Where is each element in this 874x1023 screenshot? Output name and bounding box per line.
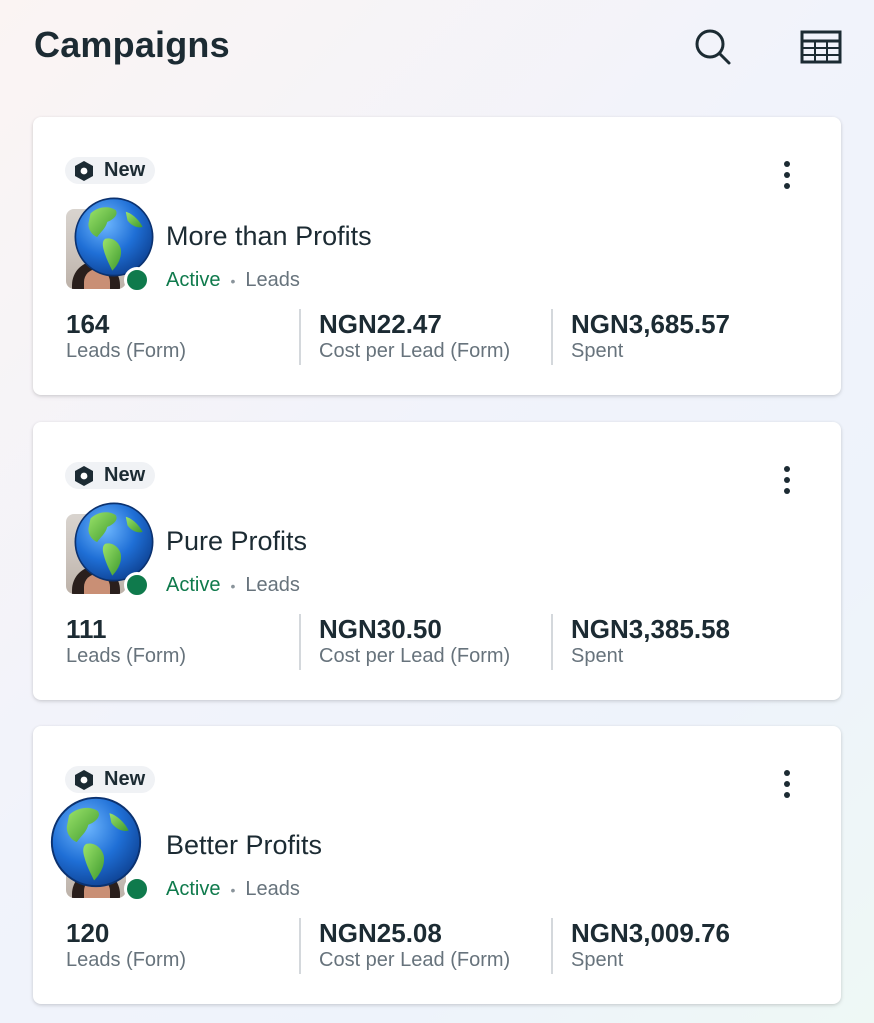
app-header: Campaigns xyxy=(0,0,874,96)
campaign-name[interactable]: More than Profits xyxy=(166,221,372,252)
badge-label: New xyxy=(104,159,146,181)
objective-label: Leads xyxy=(245,269,300,291)
more-options-button[interactable] xyxy=(769,157,805,193)
campaign-avatar xyxy=(66,500,156,598)
badge-label: New xyxy=(104,768,146,790)
metric-spent: NGN3,009.76 Spent xyxy=(551,918,821,974)
more-options-button[interactable] xyxy=(769,766,805,802)
metric-cost-per-lead: NGN25.08 Cost per Lead (Form) xyxy=(299,918,567,974)
status-label: Active xyxy=(166,574,221,596)
table-view-icon xyxy=(800,30,842,64)
metric-value: NGN22.47 xyxy=(319,309,442,339)
metric-value: NGN25.08 xyxy=(319,918,442,948)
campaign-name[interactable]: Better Profits xyxy=(166,830,322,861)
campaign-avatar xyxy=(66,195,156,293)
status-line: Active • Leads xyxy=(166,878,300,901)
metric-spent: NGN3,685.57 Spent xyxy=(551,309,821,365)
metric-label: Spent xyxy=(571,645,624,667)
active-status-dot xyxy=(124,572,150,598)
metric-value: 111 xyxy=(66,614,107,644)
campaign-card[interactable]: New More than Profits Active • Leads 164… xyxy=(33,117,841,395)
new-badge: New xyxy=(65,766,156,793)
status-label: Active xyxy=(166,269,221,291)
campaign-avatar xyxy=(50,796,156,902)
search-button[interactable] xyxy=(688,22,738,72)
campaign-card[interactable]: New Better Profits Active • Leads 120 Le… xyxy=(33,726,841,1004)
more-vertical-icon xyxy=(784,161,790,189)
more-vertical-icon xyxy=(784,770,790,798)
metric-label: Spent xyxy=(571,949,624,971)
globe-icon xyxy=(74,502,154,582)
search-icon xyxy=(695,29,731,65)
metric-value: 164 xyxy=(66,309,110,339)
metric-value: 120 xyxy=(66,918,110,948)
metric-value: NGN30.50 xyxy=(319,614,442,644)
metric-label: Cost per Lead (Form) xyxy=(319,645,511,667)
metric-label: Spent xyxy=(571,340,624,362)
more-vertical-icon xyxy=(784,466,790,494)
more-options-button[interactable] xyxy=(769,462,805,498)
hexagon-new-icon xyxy=(73,769,95,791)
metric-spent: NGN3,385.58 Spent xyxy=(551,614,821,670)
separator-dot: • xyxy=(230,577,236,594)
separator-dot: • xyxy=(230,881,236,898)
page-title: Campaigns xyxy=(34,24,230,65)
globe-icon xyxy=(50,796,142,888)
hexagon-new-icon xyxy=(73,465,95,487)
metric-label: Cost per Lead (Form) xyxy=(319,340,511,362)
metric-value: NGN3,685.57 xyxy=(571,309,730,339)
objective-label: Leads xyxy=(245,878,300,900)
campaign-card[interactable]: New Pure Profits Active • Leads 111 Lead… xyxy=(33,422,841,700)
objective-label: Leads xyxy=(245,574,300,596)
metric-label: Cost per Lead (Form) xyxy=(319,949,511,971)
active-status-dot xyxy=(124,267,150,293)
metric-leads: 120 Leads (Form) xyxy=(66,918,296,974)
new-badge: New xyxy=(65,157,156,184)
status-line: Active • Leads xyxy=(166,574,300,597)
new-badge: New xyxy=(65,462,156,489)
status-label: Active xyxy=(166,878,221,900)
metric-leads: 111 Leads (Form) xyxy=(66,614,296,670)
separator-dot: • xyxy=(230,272,236,289)
table-view-button[interactable] xyxy=(796,22,846,72)
metric-label: Leads (Form) xyxy=(66,340,187,362)
badge-label: New xyxy=(104,464,146,486)
metric-label: Leads (Form) xyxy=(66,949,187,971)
globe-icon xyxy=(74,197,154,277)
active-status-dot xyxy=(124,876,150,902)
status-line: Active • Leads xyxy=(166,269,300,292)
campaign-name[interactable]: Pure Profits xyxy=(166,526,307,557)
metric-cost-per-lead: NGN30.50 Cost per Lead (Form) xyxy=(299,614,567,670)
metric-label: Leads (Form) xyxy=(66,645,187,667)
metric-leads: 164 Leads (Form) xyxy=(66,309,296,365)
hexagon-new-icon xyxy=(73,160,95,182)
metric-value: NGN3,009.76 xyxy=(571,918,730,948)
metric-cost-per-lead: NGN22.47 Cost per Lead (Form) xyxy=(299,309,567,365)
metric-value: NGN3,385.58 xyxy=(571,614,730,644)
